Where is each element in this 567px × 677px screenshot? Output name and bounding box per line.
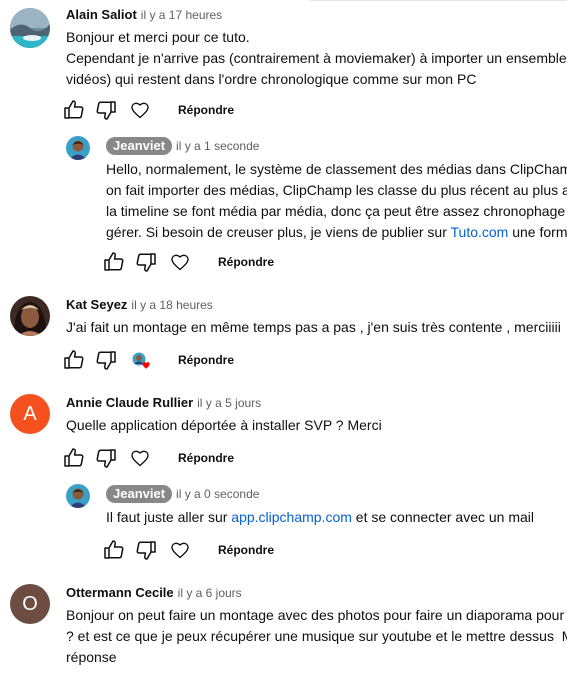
avatar[interactable] [10,296,50,336]
comment-text: Hello, normalement, le système de classe… [106,159,567,243]
comment-author[interactable]: Annie Claude Rullier [66,395,193,410]
comment-line: Quelle application déportée à installer … [66,417,382,433]
channel-owner-badge[interactable]: Jeanviet [106,137,173,155]
comment-actions: Répondre [62,446,262,470]
comment-header: Ottermann Cecile il y a 6 jours [66,584,242,602]
comment-time[interactable]: il y a 0 seconde [176,487,259,501]
thumb-up-icon[interactable] [62,446,86,470]
thumb-up-icon[interactable] [62,348,86,372]
comment-actions: Répondre [62,98,262,122]
heart-outline-icon[interactable] [168,250,192,274]
comment-actions: Répondre [102,538,302,562]
reply-button[interactable]: Répondre [178,98,234,122]
comment-line: J'ai fait un montage en même temps pas a… [66,319,561,335]
heart-outline-icon[interactable] [128,98,152,122]
reply-button[interactable]: Répondre [178,348,234,372]
comment-author[interactable]: Alain Saliot [66,7,137,22]
clipchamp-link[interactable]: app.clipchamp.com [231,509,352,525]
avatar[interactable]: O [10,584,50,624]
thumb-down-icon[interactable] [94,348,118,372]
thumb-down-icon[interactable] [134,250,158,274]
comment-time[interactable]: il y a 17 heures [141,8,222,22]
comment-text: Quelle application déportée à installer … [66,415,382,436]
comment-line: Il faut juste aller sur app.clipchamp.co… [106,507,534,528]
thumb-down-icon[interactable] [134,538,158,562]
heart-outline-icon[interactable] [168,538,192,562]
thumb-down-icon[interactable] [94,446,118,470]
reply-button[interactable]: Répondre [178,446,234,470]
avatar[interactable]: A [10,394,50,434]
comment-text: Bonjour et merci pour ce tuto. Cependant … [66,27,567,90]
comment-header: Kat Seyez il y a 18 heures [66,296,213,314]
comment-time[interactable]: il y a 6 jours [178,586,242,600]
comment-line: ? et est ce que je peux récupérer une mu… [66,628,567,644]
comment-text: J'ai fait un montage en même temps pas a… [66,317,561,338]
comment-time[interactable]: il y a 5 jours [197,396,261,410]
channel-owner-badge[interactable]: Jeanviet [106,485,173,503]
comment-header: Jeanviet il y a 1 seconde [106,137,259,155]
comment-time[interactable]: il y a 1 seconde [176,139,259,153]
comment-line: gérer. Si besoin de creuser plus, je vie… [106,222,567,243]
thumb-up-icon[interactable] [62,98,86,122]
thumb-down-icon[interactable] [94,98,118,122]
comment-author[interactable]: Kat Seyez [66,297,127,312]
comment-header: Alain Saliot il y a 17 heures [66,6,222,24]
comment-text: Il faut juste aller sur app.clipchamp.co… [106,507,534,528]
comment-line: Bonjour et merci pour ce tuto. [66,29,250,45]
top-divider [310,0,567,1]
comment-line: Bonjour on peut faire un montage avec de… [66,607,567,623]
comment-line: Hello, normalement, le système de classe… [106,161,567,177]
avatar[interactable] [10,8,50,48]
comment-line: on fait importer des médias, ClipChamp l… [106,182,567,198]
thumb-up-icon[interactable] [102,538,126,562]
creator-heart-icon[interactable] [128,348,152,372]
thumb-up-icon[interactable] [102,250,126,274]
comment-line: réponse [66,649,117,665]
comment-author[interactable]: Ottermann Cecile [66,585,174,600]
avatar-letter: O [22,592,38,615]
comment-line-text: et se connecter avec un mail [351,509,535,525]
comment-actions: Répondre [62,348,262,372]
tuto-link[interactable]: Tuto.com [451,224,509,240]
avatar[interactable] [66,136,90,160]
comment-line-text: une forma [512,224,567,240]
heart-outline-icon[interactable] [128,446,152,470]
avatar-letter: A [23,402,37,425]
comment-actions: Répondre [102,250,302,274]
comment-time[interactable]: il y a 18 heures [131,298,212,312]
comment-line-text: gérer. Si besoin de creuser plus, je vie… [106,224,451,240]
comment-text: Bonjour on peut faire un montage avec de… [66,605,567,668]
comment-line: Cependant je n'arrive pas (contrairement… [66,50,567,66]
comment-header: Annie Claude Rullier il y a 5 jours [66,394,261,412]
reply-button[interactable]: Répondre [218,250,274,274]
comment-header: Jeanviet il y a 0 seconde [106,485,259,503]
comment-line: la timeline se font média par média, don… [106,203,566,219]
avatar[interactable] [66,484,90,508]
comment-line-text: Il faut juste aller sur [106,509,232,525]
reply-button[interactable]: Répondre [218,538,274,562]
comment-line: vidéos) qui restent dans l'ordre chronol… [66,71,477,87]
